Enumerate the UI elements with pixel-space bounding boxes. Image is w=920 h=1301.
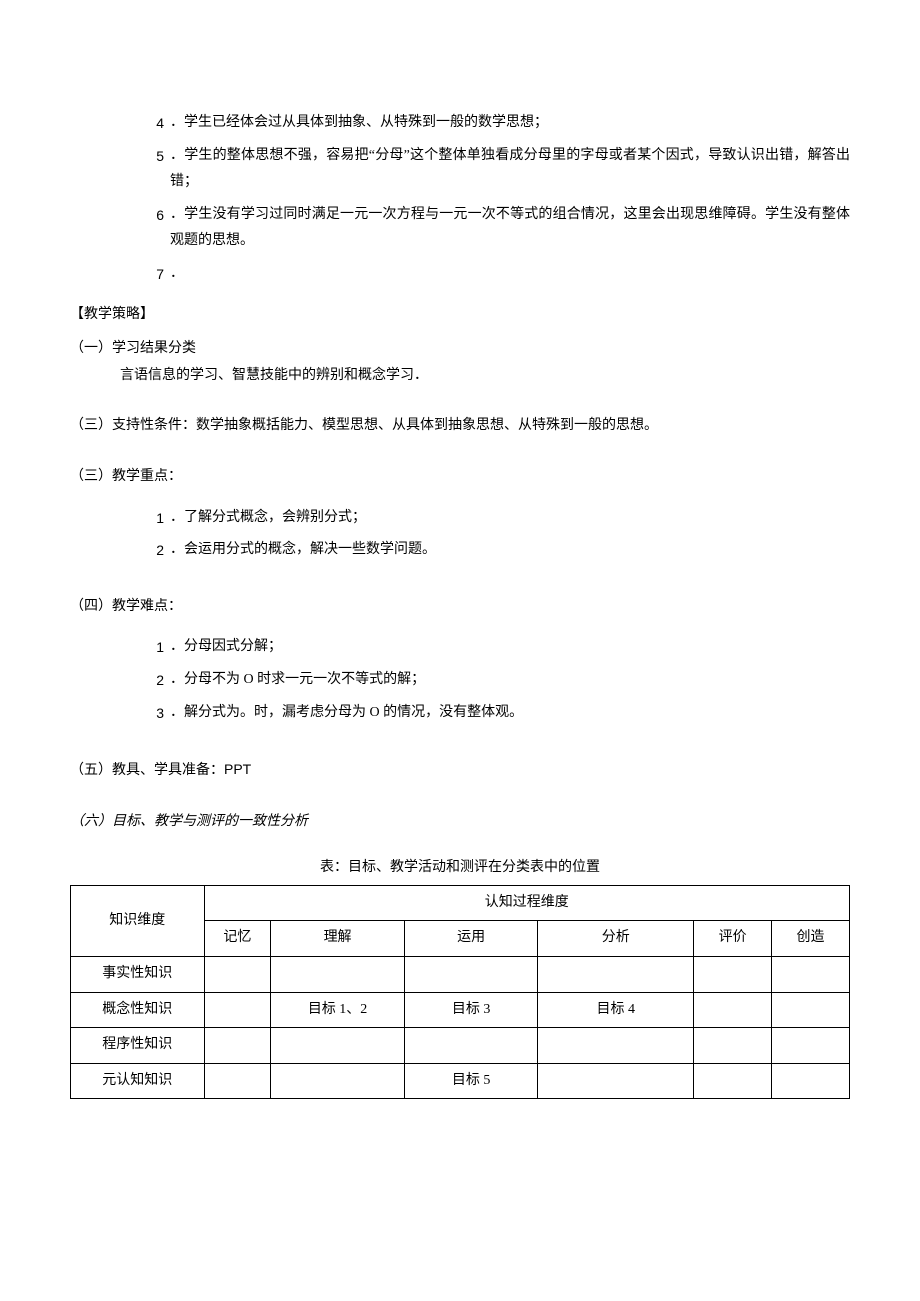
section-3-heading: （三）教学重点：	[70, 464, 850, 491]
strategy-header: 【教学策略】	[70, 302, 850, 329]
list-item: 5 ．学生的整体思想不强，容易把“分母”这个整体单独看成分母里的字母或者某个因式…	[70, 143, 850, 196]
item-text: ．了解分式概念，会辨别分式；	[170, 505, 850, 532]
section-3: （三）教学重点： 1 ．了解分式概念，会辨别分式； 2 ．会运用分式的概念，解决…	[70, 464, 850, 564]
list-item: 3 ．解分式为。时，漏考虑分母为 O 的情况，没有整体观。	[70, 700, 850, 727]
item-text: ．学生没有学习过同时满足一元一次方程与一元一次不等式的组合情况，这里会出现思维障…	[170, 202, 850, 255]
table-cell	[204, 1028, 271, 1064]
item-text: ．会运用分式的概念，解决一些数学问题。	[170, 537, 850, 564]
table-row: 程序性知识	[71, 1028, 850, 1064]
item-number: 7	[140, 261, 170, 288]
table-row: 事实性知识	[71, 957, 850, 993]
table-cell: 目标 4	[538, 992, 694, 1028]
list-item: 1 ．分母因式分解；	[70, 634, 850, 661]
section-1: （一）学习结果分类 言语信息的学习、智慧技能中的辨别和概念学习．	[70, 336, 850, 389]
table-cell	[772, 957, 850, 993]
col-header-cell: 认知过程维度	[204, 885, 849, 921]
item-number: 5	[140, 143, 170, 196]
list-item: 7 ．	[70, 261, 850, 288]
list-item: 4 ．学生已经体会过从具体到抽象、从特殊到一般的数学思想；	[70, 110, 850, 137]
list-item: 1 ．了解分式概念，会辨别分式；	[70, 505, 850, 532]
col-label: 记忆	[204, 921, 271, 957]
item-number: 1	[140, 505, 170, 532]
section-6-heading: （六）目标、教学与测评的一致性分析	[70, 809, 850, 836]
item-text: ．分母不为 O 时求一元一次不等式的解；	[170, 667, 850, 694]
section-1-body: 言语信息的学习、智慧技能中的辨别和概念学习．	[70, 363, 850, 390]
section-4: （四）教学难点： 1 ．分母因式分解； 2 ．分母不为 O 时求一元一次不等式的…	[70, 594, 850, 726]
table-cell	[204, 1063, 271, 1099]
table-row: 概念性知识 目标 1、2 目标 3 目标 4	[71, 992, 850, 1028]
table-cell	[538, 957, 694, 993]
table-cell	[694, 1063, 772, 1099]
table-cell	[538, 1063, 694, 1099]
item-text: ．分母因式分解；	[170, 634, 850, 661]
table-row: 元认知知识 目标 5	[71, 1063, 850, 1099]
item-number: 6	[140, 202, 170, 255]
table-cell: 目标 3	[404, 992, 538, 1028]
section-6: （六）目标、教学与测评的一致性分析	[70, 809, 850, 836]
table-cell: 目标 5	[404, 1063, 538, 1099]
row-label: 程序性知识	[71, 1028, 205, 1064]
table-cell	[694, 957, 772, 993]
col-label: 创造	[772, 921, 850, 957]
section-5: （五）教具、学具准备：PPT	[70, 756, 850, 785]
numbered-list-top: 4 ．学生已经体会过从具体到抽象、从特殊到一般的数学思想； 5 ．学生的整体思想…	[70, 110, 850, 288]
section-1-heading: （一）学习结果分类	[70, 336, 850, 363]
table-cell	[694, 1028, 772, 1064]
col-label: 评价	[694, 921, 772, 957]
item-number: 3	[140, 700, 170, 727]
col-label: 分析	[538, 921, 694, 957]
item-text: ．学生的整体思想不强，容易把“分母”这个整体单独看成分母里的字母或者某个因式，导…	[170, 143, 850, 196]
table-cell	[772, 1063, 850, 1099]
item-number: 1	[140, 634, 170, 661]
row-header-cell: 知识维度	[71, 885, 205, 956]
table-header-row: 知识维度 认知过程维度	[71, 885, 850, 921]
classification-table: 知识维度 认知过程维度 记忆 理解 运用 分析 评价 创造 事实性知识 概念性知…	[70, 885, 850, 1100]
section-5-heading-suffix: PPT	[224, 761, 251, 777]
table-cell	[271, 1063, 405, 1099]
table-cell	[694, 992, 772, 1028]
table-cell	[204, 957, 271, 993]
table-cell	[772, 992, 850, 1028]
table-caption: 表：目标、教学活动和测评在分类表中的位置	[70, 855, 850, 882]
table-cell	[404, 957, 538, 993]
table-cell	[271, 1028, 405, 1064]
table-cell	[538, 1028, 694, 1064]
table-cell	[271, 957, 405, 993]
section-5-heading-prefix: （五）教具、学具准备：	[70, 763, 224, 778]
item-number: 2	[140, 537, 170, 564]
table-cell	[204, 992, 271, 1028]
col-label: 运用	[404, 921, 538, 957]
section-2: （三）支持性条件：数学抽象概括能力、模型思想、从具体到抽象思想、从特殊到一般的思…	[70, 413, 850, 440]
list-item: 6 ．学生没有学习过同时满足一元一次方程与一元一次不等式的组合情况，这里会出现思…	[70, 202, 850, 255]
section-4-heading: （四）教学难点：	[70, 594, 850, 621]
item-text: ．解分式为。时，漏考虑分母为 O 的情况，没有整体观。	[170, 700, 850, 727]
table-cell: 目标 1、2	[271, 992, 405, 1028]
section-2-heading: （三）支持性条件：数学抽象概括能力、模型思想、从具体到抽象思想、从特殊到一般的思…	[70, 413, 850, 440]
item-text: ．	[170, 261, 850, 288]
item-number: 4	[140, 110, 170, 137]
row-label: 事实性知识	[71, 957, 205, 993]
item-text: ．学生已经体会过从具体到抽象、从特殊到一般的数学思想；	[170, 110, 850, 137]
col-label: 理解	[271, 921, 405, 957]
table-cell	[404, 1028, 538, 1064]
item-number: 2	[140, 667, 170, 694]
table-cell	[772, 1028, 850, 1064]
row-label: 概念性知识	[71, 992, 205, 1028]
list-item: 2 ．分母不为 O 时求一元一次不等式的解；	[70, 667, 850, 694]
list-item: 2 ．会运用分式的概念，解决一些数学问题。	[70, 537, 850, 564]
row-label: 元认知知识	[71, 1063, 205, 1099]
